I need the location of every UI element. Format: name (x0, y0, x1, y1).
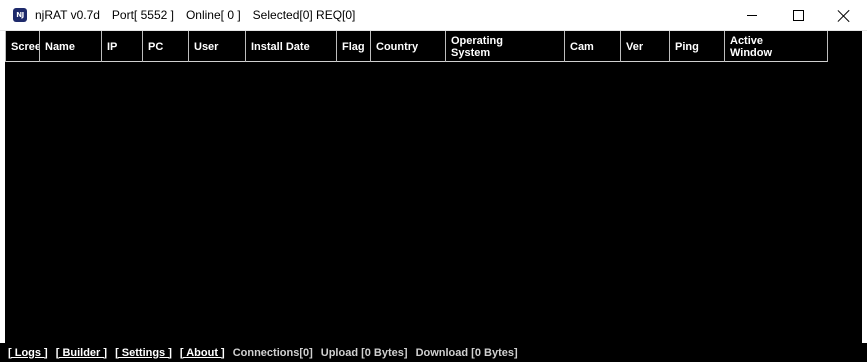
column-header-country[interactable]: Country (371, 31, 446, 62)
online-indicator: Online[ 0 ] (185, 8, 241, 22)
column-header-pc[interactable]: PC (143, 31, 189, 62)
close-icon (838, 10, 850, 22)
settings-link[interactable]: [ Settings ] (115, 347, 172, 359)
maximize-button[interactable] (775, 0, 821, 31)
maximize-icon (792, 10, 804, 21)
clients-list-view[interactable]: Screen Name IP PC User Install Date Flag… (5, 31, 862, 343)
about-link[interactable]: [ About ] (180, 347, 225, 359)
column-header-flag[interactable]: Flag (337, 31, 371, 62)
download-counter: Download [0 Bytes] (415, 346, 518, 359)
connections-count: Connections[0] (232, 346, 313, 359)
column-header-user[interactable]: User (189, 31, 246, 62)
minimize-button[interactable] (729, 0, 775, 31)
njrat-logo-icon: NJ (13, 8, 27, 22)
builder-link[interactable]: [ Builder ] (56, 347, 107, 359)
app-icon-label: NJ (16, 11, 24, 19)
column-header-screen[interactable]: Screen (5, 31, 40, 62)
column-header-ping[interactable]: Ping (670, 31, 725, 62)
port-indicator: Port[ 5552 ] (111, 8, 174, 22)
close-button[interactable] (821, 0, 867, 31)
column-header-active-window[interactable]: Active Window (725, 31, 828, 62)
upload-counter: Upload [0 Bytes] (320, 346, 408, 359)
app-title: njRAT v0.7d (35, 8, 100, 22)
column-header-operating-system[interactable]: Operating System (446, 31, 565, 62)
column-header-install-date[interactable]: Install Date (246, 31, 337, 62)
column-header-cam[interactable]: Cam (565, 31, 621, 62)
window-title: njRAT v0.7d Port[ 5552 ] Online[ 0 ] Select… (35, 8, 367, 22)
list-header: Screen Name IP PC User Install Date Flag… (5, 31, 828, 62)
status-bar: [ Logs ] [ Builder ] [ Settings ] [ Abou… (0, 343, 867, 362)
selected-req-indicator: Selected[0] REQ[0] (252, 8, 356, 22)
column-header-ip[interactable]: IP (102, 31, 143, 62)
title-bar: NJ njRAT v0.7d Port[ 5552 ] Online[ 0 ] Sel… (0, 0, 867, 31)
logs-link[interactable]: [ Logs ] (8, 347, 48, 359)
column-header-name[interactable]: Name (40, 31, 102, 62)
minimize-icon (747, 15, 757, 16)
column-header-ver[interactable]: Ver (621, 31, 670, 62)
